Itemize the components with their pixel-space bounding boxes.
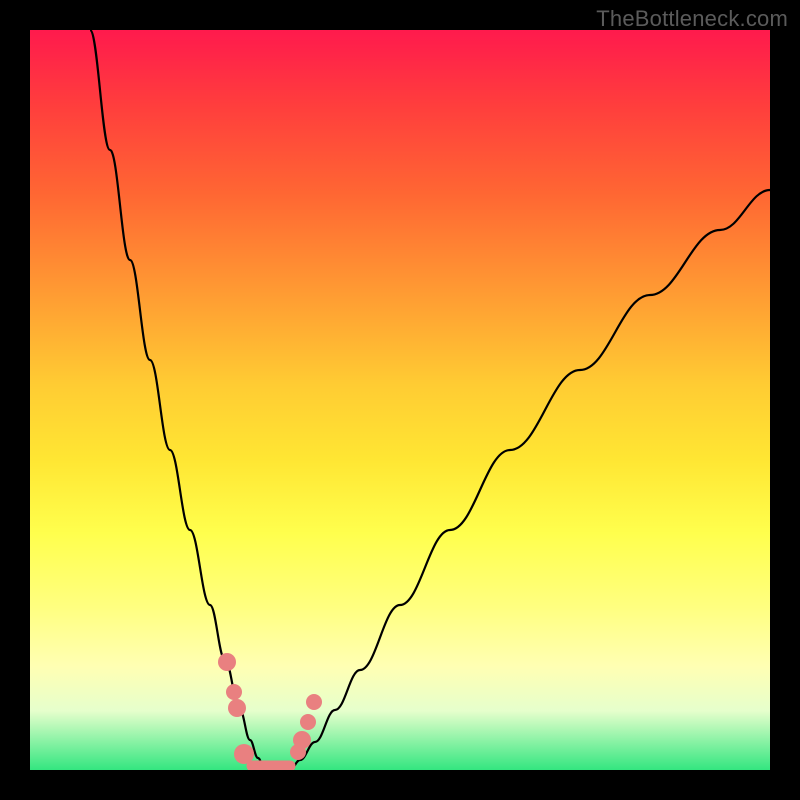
marker-group — [218, 653, 322, 764]
right-branch-line — [290, 190, 770, 770]
left-branch-line — [90, 30, 265, 770]
plot-area — [30, 30, 770, 770]
curve-marker — [234, 744, 254, 764]
curve-marker — [228, 699, 246, 717]
curve-marker — [226, 684, 242, 700]
curve-marker — [218, 653, 236, 671]
valley-flat-marker — [247, 761, 296, 771]
chart-frame: TheBottleneck.com — [0, 0, 800, 800]
curve-marker — [306, 694, 322, 710]
curve-marker — [300, 714, 316, 730]
bottleneck-curve — [30, 30, 770, 770]
watermark-text: TheBottleneck.com — [596, 6, 788, 32]
curve-marker — [293, 731, 311, 749]
